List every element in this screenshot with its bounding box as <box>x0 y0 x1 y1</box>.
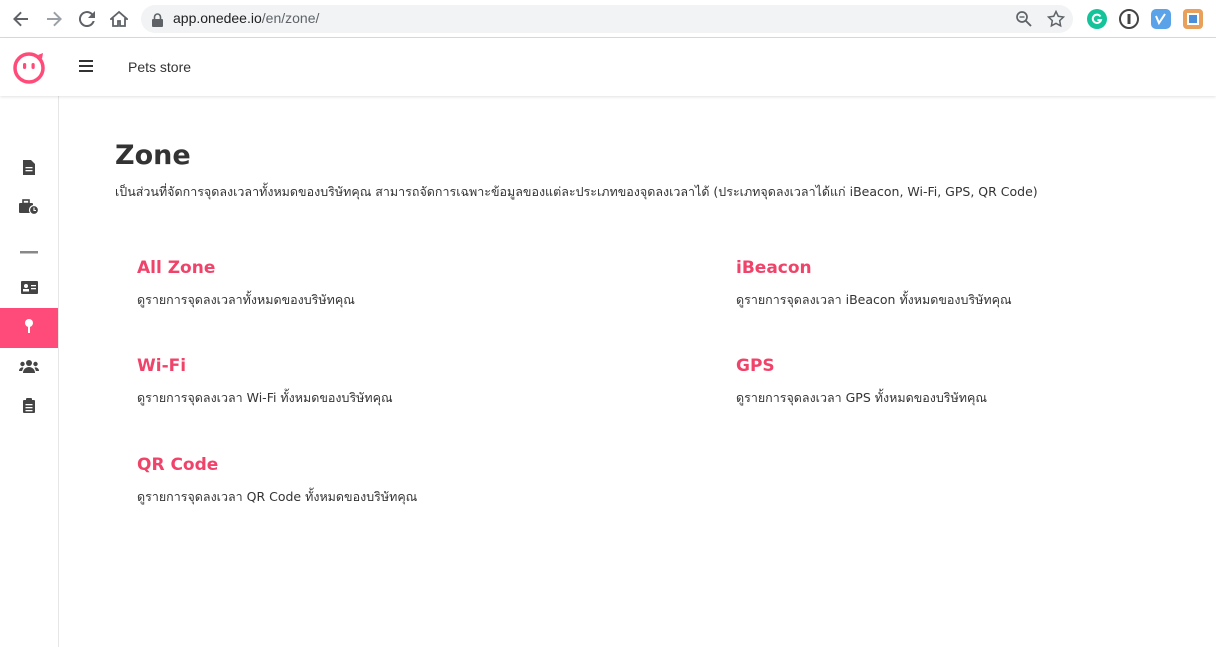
divider-icon <box>20 239 38 258</box>
vimeo-extension-icon[interactable] <box>1151 9 1171 29</box>
page-title: Zone <box>115 140 191 171</box>
sidebar-item-reports[interactable] <box>0 387 58 427</box>
home-icon[interactable] <box>107 7 131 31</box>
ibeacon-link[interactable]: iBeacon <box>736 258 1216 278</box>
sidebar-item-users[interactable] <box>0 347 58 387</box>
store-name[interactable]: Pets store <box>128 59 191 75</box>
lock-icon <box>152 12 163 31</box>
address-bar[interactable]: app.onedee.io/en/zone/ <box>141 5 1073 33</box>
document-icon <box>23 159 35 179</box>
sidebar-item-collapse[interactable] <box>0 228 58 268</box>
grammarly-extension-icon[interactable] <box>1087 9 1107 29</box>
url-path: /en/zone/ <box>261 10 320 26</box>
zone-card-qr-code: QR Code ดูรายการจุดลงเวลา QR Code ทั้งหม… <box>137 455 637 507</box>
qr-code-link[interactable]: QR Code <box>137 455 637 475</box>
sidebar <box>0 96 59 647</box>
card-description: ดูรายการจุดลงเวลา Wi-Fi ทั้งหมดของบริษัท… <box>137 390 393 405</box>
location-pin-icon <box>24 318 34 338</box>
forward-icon[interactable] <box>42 7 66 31</box>
gps-link[interactable]: GPS <box>736 356 1216 376</box>
sidebar-item-documents[interactable] <box>0 149 58 189</box>
zoom-icon[interactable] <box>1015 10 1033 28</box>
zone-card-all: All Zone ดูรายการจุดลงเวลาทั้งหมดของบริษ… <box>137 258 637 310</box>
users-icon <box>18 358 40 377</box>
logo-icon[interactable] <box>12 50 46 88</box>
app-header: Pets store <box>0 38 1216 96</box>
zone-card-gps: GPS ดูรายการจุดลงเวลา GPS ทั้งหมดของบริษ… <box>736 356 1216 408</box>
clipboard-icon <box>23 397 35 417</box>
all-zone-link[interactable]: All Zone <box>137 258 637 278</box>
back-icon[interactable] <box>9 7 33 31</box>
menu-icon[interactable] <box>79 60 93 73</box>
id-card-icon <box>20 279 38 298</box>
page-description: เป็นส่วนที่จัดการจุดลงเวลาทั้งหมดของบริษ… <box>115 184 1038 199</box>
wifi-link[interactable]: Wi-Fi <box>137 356 637 376</box>
password-extension-icon[interactable] <box>1119 9 1139 29</box>
zone-card-wifi: Wi-Fi ดูรายการจุดลงเวลา Wi-Fi ทั้งหมดของ… <box>137 356 637 408</box>
browser-toolbar: app.onedee.io/en/zone/ <box>0 0 1216 38</box>
zone-card-ibeacon: iBeacon ดูรายการจุดลงเวลา iBeacon ทั้งหม… <box>736 258 1216 310</box>
url-text: app.onedee.io/en/zone/ <box>173 10 319 26</box>
reload-icon[interactable] <box>75 7 99 31</box>
url-host: app.onedee.io <box>173 10 262 26</box>
card-description: ดูรายการจุดลงเวลา QR Code ทั้งหมดของบริษ… <box>137 489 418 504</box>
star-icon[interactable] <box>1046 9 1066 28</box>
sidebar-item-zone[interactable] <box>0 308 58 348</box>
briefcase-clock-icon <box>19 199 40 219</box>
image-extension-icon[interactable] <box>1183 9 1203 29</box>
main-content: Zone เป็นส่วนที่จัดการจุดลงเวลาทั้งหมดขอ… <box>59 96 1216 647</box>
card-description: ดูรายการจุดลงเวลา GPS ทั้งหมดของบริษัทคุ… <box>736 390 987 405</box>
sidebar-item-timesheet[interactable] <box>0 189 58 229</box>
card-description: ดูรายการจุดลงเวลาทั้งหมดของบริษัทคุณ <box>137 292 355 307</box>
sidebar-item-employees[interactable] <box>0 268 58 308</box>
card-description: ดูรายการจุดลงเวลา iBeacon ทั้งหมดของบริษ… <box>736 292 1012 307</box>
